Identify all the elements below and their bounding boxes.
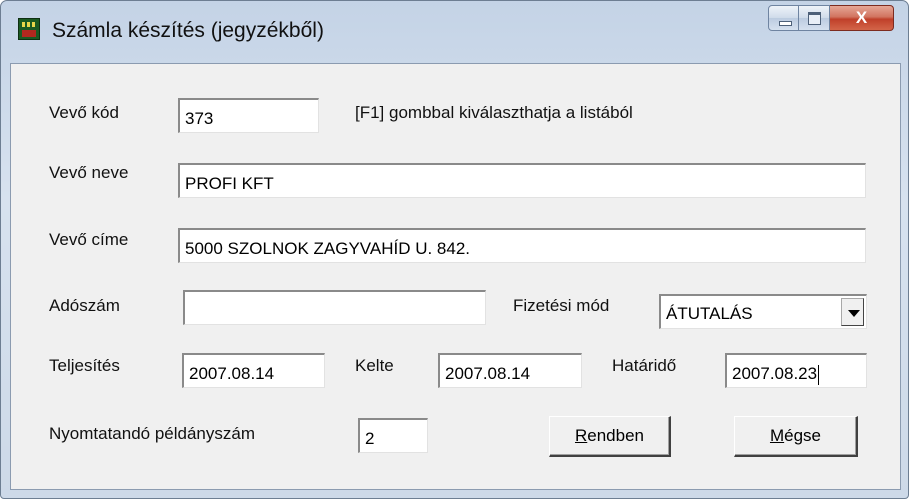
rendben-button[interactable]: Rendben: [549, 416, 671, 457]
megse-button[interactable]: Mégse: [734, 416, 858, 457]
minimize-button[interactable]: [768, 5, 799, 31]
fizetesi-mod-value: ÁTUTALÁS: [666, 304, 753, 323]
window-title: Számla készítés (jegyzékből): [52, 19, 324, 42]
peldanyszam-input[interactable]: 2: [358, 418, 428, 453]
rendben-label: endben: [587, 426, 644, 445]
kelte-input[interactable]: 2007.08.14: [438, 353, 582, 388]
rendben-accel: R: [574, 426, 588, 445]
adoszam-input[interactable]: [183, 290, 486, 325]
maximize-button[interactable]: [799, 5, 830, 31]
vevo-cime-label: Vevő címe: [49, 230, 129, 249]
close-button[interactable]: X: [830, 5, 894, 31]
hatarido-input[interactable]: 2007.08.23: [725, 353, 867, 388]
fizetesi-mod-select[interactable]: ÁTUTALÁS: [659, 294, 867, 329]
dropdown-arrow-icon[interactable]: [841, 298, 864, 326]
vevo-cime-input[interactable]: 5000 SZOLNOK ZAGYVAHÍD U. 842.: [178, 228, 866, 263]
text-cursor: [818, 364, 820, 385]
vevo-kod-input[interactable]: 373: [178, 98, 319, 133]
hatarido-value: 2007.08.23: [732, 364, 818, 383]
app-icon[interactable]: [18, 18, 40, 40]
hatarido-label: Határidő: [612, 356, 677, 375]
vevo-neve-input[interactable]: PROFI KFT: [178, 163, 866, 198]
peldanyszam-label: Nyomtatandó példányszám: [49, 424, 256, 443]
kelte-label: Kelte: [355, 356, 394, 375]
vevo-kod-label: Vevő kód: [49, 103, 119, 122]
form-area: Vevő kód 373 [F1] gombbal kiválaszthatja…: [10, 63, 901, 490]
fizetesi-mod-label: Fizetési mód: [513, 296, 610, 315]
megse-accel: M: [769, 426, 785, 445]
dialog-window: Számla készítés (jegyzékből) X Vevő kód …: [0, 0, 909, 499]
title-bar[interactable]: Számla készítés (jegyzékből) X: [1, 1, 908, 63]
vevo-kod-hint: [F1] gombbal kiválaszthatja a listából: [355, 103, 633, 122]
teljesites-label: Teljesítés: [49, 356, 120, 375]
adoszam-label: Adószám: [49, 296, 120, 315]
megse-label: égse: [784, 426, 822, 445]
teljesites-input[interactable]: 2007.08.14: [182, 353, 325, 388]
caption-buttons: X: [768, 5, 894, 31]
vevo-neve-label: Vevő neve: [49, 163, 129, 182]
